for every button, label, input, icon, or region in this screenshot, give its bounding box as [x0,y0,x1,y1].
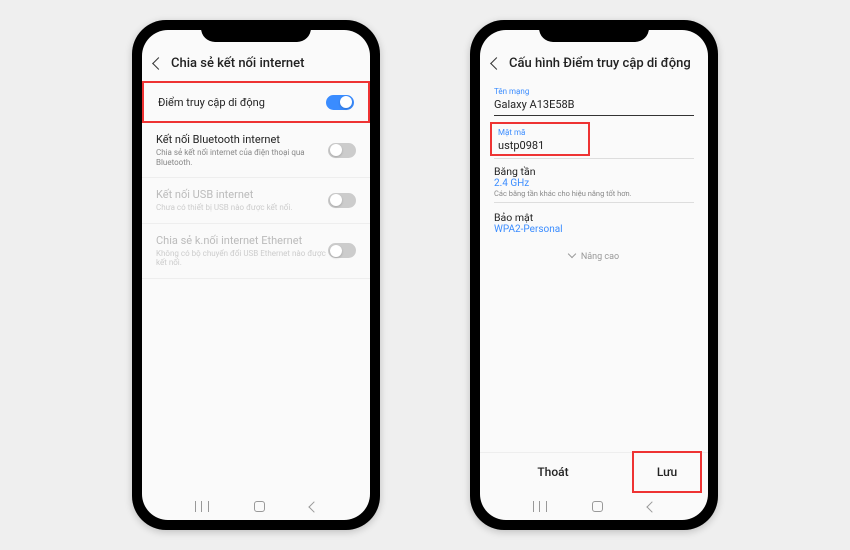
nav-bar [142,495,370,520]
phone-right: Cấu hình Điểm truy cập di động Tên mạng … [470,20,718,530]
page-title: Chia sẻ kết nối internet [171,56,304,71]
nav-back-icon[interactable] [308,501,319,512]
field-password[interactable]: Mật mã ustp0981 [480,122,708,159]
nav-home-icon[interactable] [592,501,603,512]
field-label: Tên mạng [494,87,694,96]
field-label: Mật mã [498,128,582,137]
notch [201,20,311,42]
screen-right: Cấu hình Điểm truy cập di động Tên mạng … [480,30,708,520]
page-title: Cấu hình Điểm truy cập di động [509,56,691,71]
field-label: Bảo mật [494,211,694,224]
row-bluetooth-tether[interactable]: Kết nối Bluetooth internet Chia sẻ kết n… [142,123,370,178]
chevron-down-icon [568,250,576,258]
row-title: Chia sẻ k.nối internet Ethernet [156,234,328,247]
back-icon[interactable] [490,57,503,70]
password-highlight-box: Mật mã ustp0981 [490,122,590,156]
notch [539,20,649,42]
toggle-bluetooth[interactable] [328,143,356,158]
toggle-usb [328,193,356,208]
field-subtitle: Các băng tần khác cho hiệu năng tốt hơn. [494,189,694,198]
row-subtitle: Chia sẻ kết nối internet của điện thoại … [156,148,328,167]
screen-left: Chia sẻ kết nối internet Điểm truy cập d… [142,30,370,520]
field-network-name[interactable]: Tên mạng Galaxy A13E58B [494,81,694,116]
nav-bar [480,495,708,520]
row-usb-tether: Kết nối USB internet Chưa có thiết bị US… [142,178,370,224]
field-value: 2.4 GHz [494,178,694,189]
field-band[interactable]: Băng tần 2.4 GHz Các băng tần khác cho h… [494,159,694,203]
bottom-actions: Thoát Lưu [480,452,708,495]
row-title: Điểm truy cập di động [158,96,326,109]
advanced-toggle[interactable]: Nâng cao [480,239,708,274]
content: Điểm truy cập di động Kết nối Bluetooth … [142,81,370,495]
nav-home-icon[interactable] [254,501,265,512]
toggle-ethernet [328,243,356,258]
nav-recent-icon[interactable] [533,501,547,512]
nav-back-icon[interactable] [646,501,657,512]
row-ethernet-tether: Chia sẻ k.nối internet Ethernet Không có… [142,224,370,279]
advanced-label: Nâng cao [581,252,619,262]
field-value: Galaxy A13E58B [494,96,694,111]
back-icon[interactable] [152,57,165,70]
save-button[interactable]: Lưu [632,451,702,493]
row-title: Kết nối USB internet [156,188,328,201]
field-value: WPA2-Personal [494,224,694,235]
nav-recent-icon[interactable] [195,501,209,512]
field-value: ustp0981 [498,137,582,152]
toggle-mobile-hotspot[interactable] [326,95,354,110]
row-subtitle: Chưa có thiết bị USB nào được kết nối. [156,203,328,213]
exit-button[interactable]: Thoát [480,453,626,495]
phone-left: Chia sẻ kết nối internet Điểm truy cập d… [132,20,380,530]
field-label: Băng tần [494,165,694,178]
content: Tên mạng Galaxy A13E58B Mật mã ustp0981 … [480,81,708,452]
row-mobile-hotspot[interactable]: Điểm truy cập di động [142,81,370,123]
row-title: Kết nối Bluetooth internet [156,133,328,146]
field-security[interactable]: Bảo mật WPA2-Personal [494,203,694,239]
row-subtitle: Không có bộ chuyển đổi USB Ethernet nào … [156,249,328,268]
